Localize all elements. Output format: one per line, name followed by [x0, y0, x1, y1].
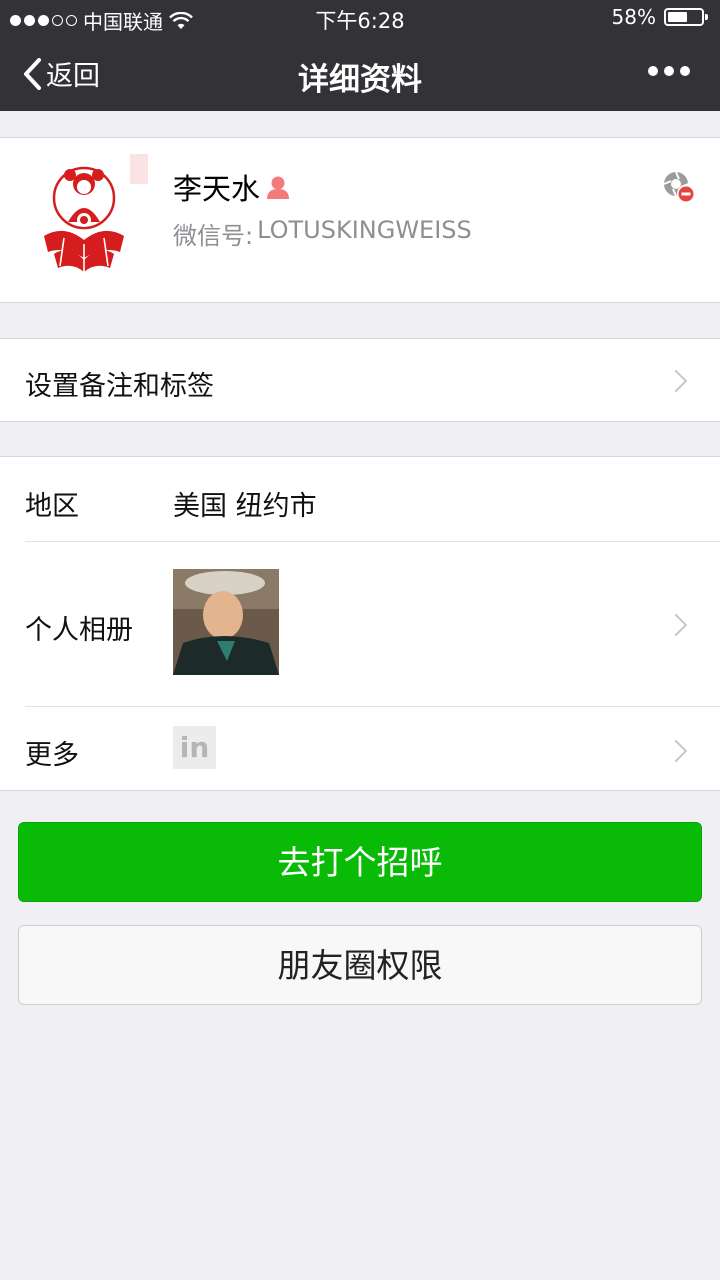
row-divider: [25, 706, 720, 707]
more-label: 更多: [25, 740, 79, 771]
status-right: 58%: [611, 5, 708, 29]
region-label: 地区: [25, 491, 79, 522]
remark-and-tags-row[interactable]: 设置备注和标签: [0, 338, 720, 422]
region-value: 美国 纽约市: [173, 491, 317, 522]
moments-permission-button[interactable]: 朋友圈权限: [18, 925, 702, 1005]
personal-album-label: 个人相册: [25, 615, 133, 646]
remark-and-tags-label: 设置备注和标签: [25, 371, 214, 402]
battery-level-fill: [668, 12, 687, 22]
battery-icon: [664, 8, 708, 26]
album-photo-thumbnail[interactable]: [173, 569, 279, 675]
album-portrait-image: [173, 569, 279, 675]
female-gender-icon: [267, 176, 290, 199]
profile-card: 李天水 微信号: LOTUSKINGWEISS: [0, 137, 720, 303]
wechat-id-label: 微信号:: [173, 222, 254, 250]
page-title: 详细资料: [298, 62, 422, 98]
more-options-icon[interactable]: [648, 66, 690, 76]
avatar[interactable]: [24, 154, 148, 278]
chevron-right-icon: [664, 369, 688, 393]
avatar-corner-decoration: [130, 154, 148, 184]
profile-name: 李天水: [173, 172, 261, 206]
navigation-bar: 返回 详细资料: [0, 36, 720, 111]
wechat-id-value: LOTUSKINGWEISS: [257, 216, 472, 244]
wechat-id-row: 微信号: LOTUSKINGWEISS: [173, 216, 472, 251]
info-section: 地区 美国 纽约市 个人相册 更多 in: [0, 456, 720, 791]
chevron-right-icon: [664, 613, 688, 637]
linkedin-icon: in: [173, 726, 216, 769]
chevron-right-icon: [664, 739, 688, 763]
battery-percent: 58%: [611, 5, 656, 29]
row-divider: [25, 541, 720, 542]
greet-button[interactable]: 去打个招呼: [18, 822, 702, 902]
profile-name-row: 李天水: [173, 166, 292, 208]
top-bar: 中国联通 下午6:28 58% 返回 详细资料: [0, 0, 720, 111]
moments-blocked-icon: [663, 171, 695, 203]
status-bar: 中国联通 下午6:28 58%: [0, 0, 720, 36]
